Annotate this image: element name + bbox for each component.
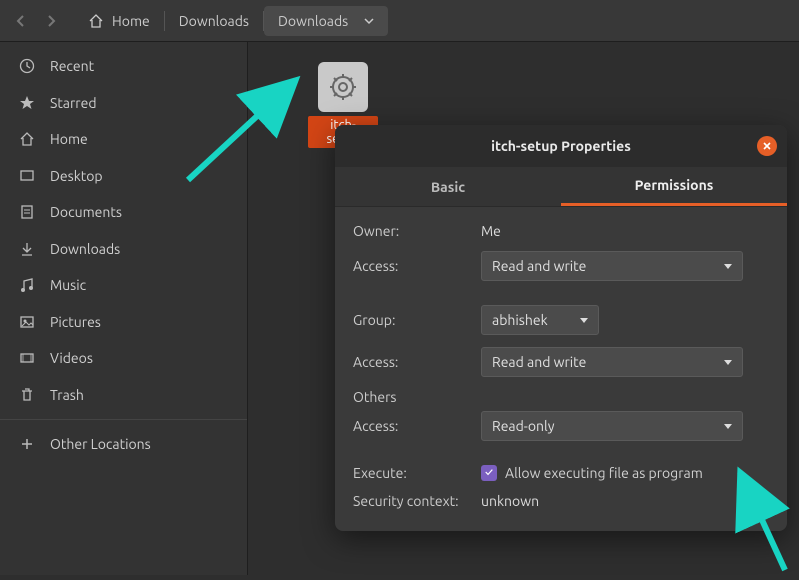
- breadcrumb-menu-button[interactable]: [356, 17, 374, 25]
- gear-icon: [327, 71, 359, 103]
- dialog-title-bar: itch-setup Properties: [335, 125, 787, 167]
- group-label: Group:: [353, 312, 481, 328]
- sidebar-item-label: Downloads: [50, 241, 120, 257]
- breadcrumb-home[interactable]: Home: [74, 6, 164, 36]
- tab-basic[interactable]: Basic: [335, 167, 561, 206]
- execute-checkbox-label: Allow executing file as program: [505, 465, 703, 481]
- chevron-down-icon: [364, 17, 374, 25]
- sidebar-item-desktop[interactable]: Desktop: [0, 158, 247, 195]
- videos-icon: [18, 350, 36, 366]
- nav-back-button[interactable]: [6, 7, 36, 35]
- desktop-icon: [18, 168, 36, 184]
- music-icon: [18, 277, 36, 293]
- chevron-right-icon: [46, 15, 56, 27]
- sidebar-item-recent[interactable]: Recent: [0, 48, 247, 85]
- breadcrumb-label: Home: [112, 13, 150, 29]
- dialog-tabs: Basic Permissions: [335, 167, 787, 207]
- nav-forward-button[interactable]: [36, 7, 66, 35]
- tab-label: Basic: [431, 179, 465, 195]
- tab-label: Permissions: [635, 177, 714, 193]
- sidebar-item-label: Pictures: [50, 314, 101, 330]
- sidebar-item-label: Documents: [50, 204, 122, 220]
- sidebar: Recent Starred Home Desktop Documents Do…: [0, 42, 248, 575]
- group-access-select[interactable]: Read and write: [481, 347, 743, 377]
- chevron-down-icon: [724, 264, 732, 269]
- dialog-body: Owner: Me Access: Read and write Group: …: [335, 207, 787, 531]
- sidebar-item-label: Music: [50, 277, 86, 293]
- sidebar-item-music[interactable]: Music: [0, 267, 247, 304]
- sidebar-item-home[interactable]: Home: [0, 121, 247, 158]
- sidebar-item-label: Desktop: [50, 168, 103, 184]
- sidebar-item-pictures[interactable]: Pictures: [0, 304, 247, 341]
- downloads-icon: [18, 241, 36, 257]
- select-value: Read-only: [492, 418, 554, 434]
- dialog-title: itch-setup Properties: [491, 138, 631, 154]
- select-value: abhishek: [492, 312, 548, 328]
- sidebar-item-label: Other Locations: [50, 436, 151, 452]
- chevron-down-icon: [724, 360, 732, 365]
- others-access-label: Access:: [353, 418, 481, 434]
- sidebar-item-label: Starred: [50, 95, 97, 111]
- others-label: Others: [353, 389, 769, 405]
- plus-icon: [18, 436, 36, 452]
- sidebar-item-other-locations[interactable]: Other Locations: [0, 426, 247, 463]
- executable-icon: [318, 62, 368, 112]
- sidebar-item-videos[interactable]: Videos: [0, 340, 247, 377]
- clock-icon: [18, 58, 36, 74]
- sidebar-item-label: Recent: [50, 58, 94, 74]
- pictures-icon: [18, 314, 36, 330]
- group-select[interactable]: abhishek: [481, 305, 599, 335]
- documents-icon: [18, 204, 36, 220]
- execute-checkbox[interactable]: ✓: [481, 465, 497, 481]
- sidebar-item-label: Videos: [50, 350, 93, 366]
- sidebar-item-documents[interactable]: Documents: [0, 194, 247, 231]
- breadcrumb-label: Downloads: [179, 13, 249, 29]
- chevron-down-icon: [724, 424, 732, 429]
- close-button[interactable]: [757, 136, 777, 156]
- properties-dialog: itch-setup Properties Basic Permissions …: [335, 125, 787, 531]
- sidebar-item-trash[interactable]: Trash: [0, 377, 247, 414]
- breadcrumb-downloads-1[interactable]: Downloads: [165, 6, 263, 36]
- sidebar-item-downloads[interactable]: Downloads: [0, 231, 247, 268]
- breadcrumb-label: Downloads: [278, 13, 348, 29]
- owner-value: Me: [481, 223, 501, 239]
- owner-label: Owner:: [353, 223, 481, 239]
- owner-access-select[interactable]: Read and write: [481, 251, 743, 281]
- trash-icon: [18, 387, 36, 403]
- owner-access-label: Access:: [353, 258, 481, 274]
- star-icon: [18, 95, 36, 111]
- path-bar: Home Downloads Downloads: [0, 0, 799, 42]
- close-icon: [763, 142, 771, 150]
- sidebar-item-label: Trash: [50, 387, 84, 403]
- home-icon: [18, 131, 36, 147]
- breadcrumb-downloads-2[interactable]: Downloads: [264, 6, 388, 36]
- sidebar-item-starred[interactable]: Starred: [0, 85, 247, 122]
- security-context-value: unknown: [481, 493, 539, 509]
- sidebar-divider: [0, 419, 247, 420]
- chevron-down-icon: [580, 318, 588, 323]
- select-value: Read and write: [492, 258, 586, 274]
- select-value: Read and write: [492, 354, 586, 370]
- sidebar-item-label: Home: [50, 131, 88, 147]
- security-context-label: Security context:: [353, 493, 481, 509]
- home-icon: [88, 13, 104, 29]
- chevron-left-icon: [16, 15, 26, 27]
- execute-label: Execute:: [353, 465, 481, 481]
- group-access-label: Access:: [353, 354, 481, 370]
- others-access-select[interactable]: Read-only: [481, 411, 743, 441]
- tab-permissions[interactable]: Permissions: [561, 167, 787, 206]
